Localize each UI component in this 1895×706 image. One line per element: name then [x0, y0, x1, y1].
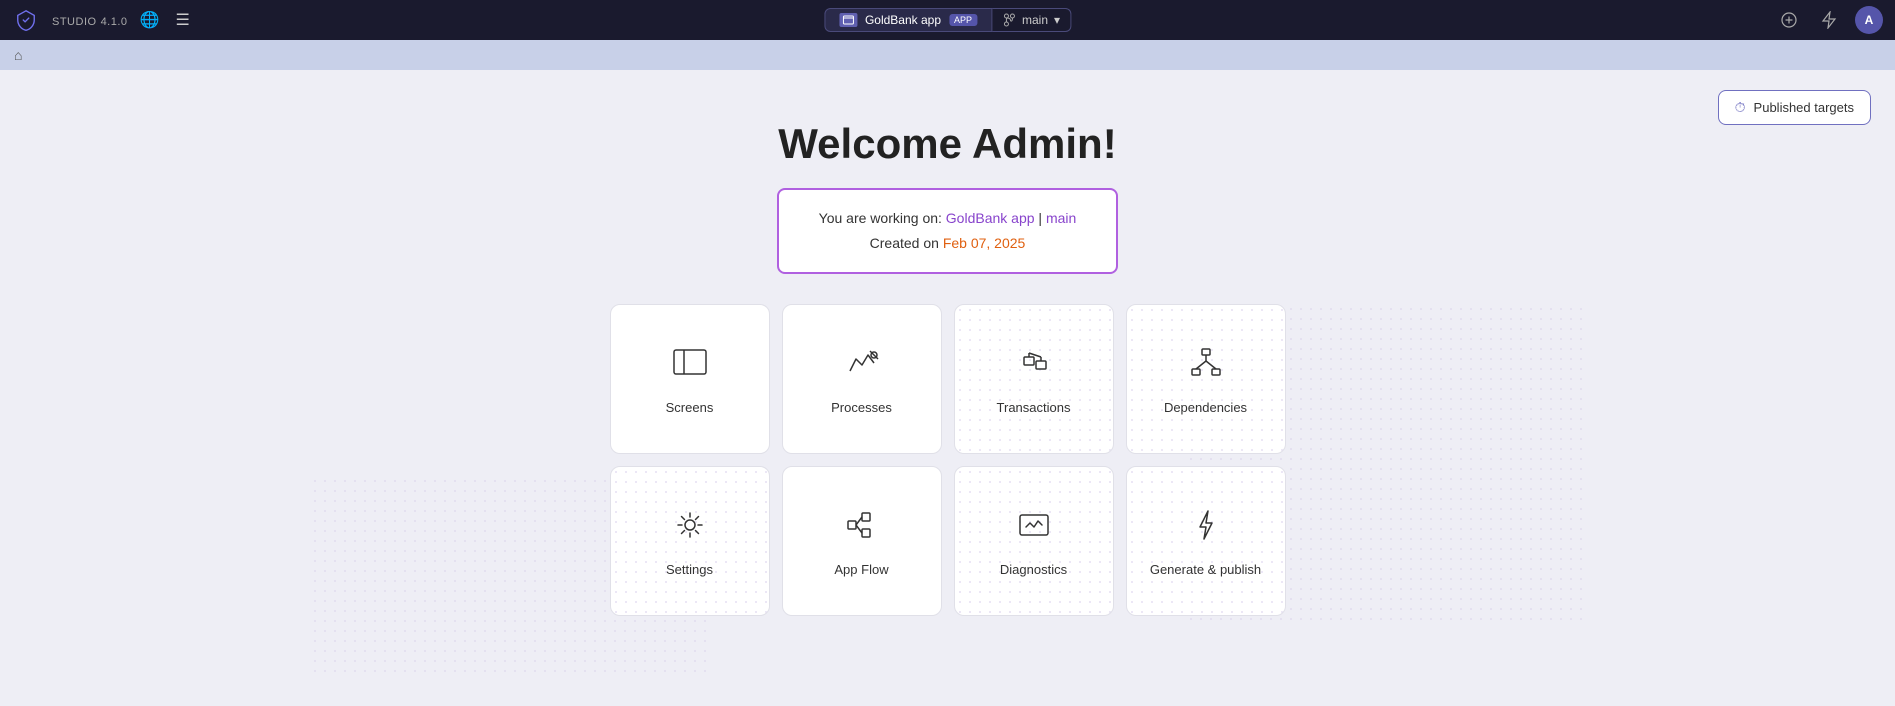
card-app-flow[interactable]: App Flow [782, 466, 942, 616]
card-processes-label: Processes [831, 400, 892, 415]
home-icon[interactable]: ⌂ [14, 47, 22, 63]
app-icon [839, 13, 857, 27]
published-targets-label: Published targets [1754, 100, 1854, 115]
lightning-icon[interactable] [1815, 6, 1843, 34]
card-dependencies-label: Dependencies [1164, 400, 1247, 415]
dependencies-icon [1186, 343, 1226, 388]
card-diagnostics-label: Diagnostics [1000, 562, 1067, 577]
screens-icon [670, 343, 710, 388]
card-transactions-label: Transactions [997, 400, 1071, 415]
published-targets-button[interactable]: ⏱ Published targets [1718, 90, 1871, 125]
plugins-icon[interactable] [1775, 6, 1803, 34]
clock-icon: ⏱ [1735, 99, 1746, 116]
card-generate-publish-label: Generate & publish [1150, 562, 1261, 577]
working-on-text: You are working on: GoldBank app | main [819, 206, 1077, 231]
user-avatar[interactable]: A [1855, 6, 1883, 34]
welcome-title: Welcome Admin! [778, 120, 1116, 168]
card-screens-label: Screens [666, 400, 714, 415]
app-link[interactable]: GoldBank app [946, 210, 1035, 226]
app-name: GoldBank app [865, 13, 941, 27]
navbar-right-actions: A [1775, 6, 1883, 34]
branch-selector[interactable]: main ▾ [992, 8, 1071, 32]
app-flow-icon [842, 505, 882, 550]
main-content: ⏱ Published targets Welcome Admin! You a… [0, 70, 1895, 706]
card-transactions[interactable]: Transactions [954, 304, 1114, 454]
card-diagnostics[interactable]: Diagnostics [954, 466, 1114, 616]
processes-icon [842, 343, 882, 388]
brand-name: STUDIO4.1.0 [48, 13, 128, 28]
top-navbar: STUDIO4.1.0 🌐 ☰ GoldBank app APP main ▾ … [0, 0, 1895, 40]
sub-navbar: ⌂ [0, 40, 1895, 70]
created-date: Feb 07, 2025 [943, 235, 1026, 251]
card-settings-label: Settings [666, 562, 713, 577]
settings-icon [670, 505, 710, 550]
transactions-icon [1014, 343, 1054, 388]
app-branch-selector: GoldBank app APP main ▾ [824, 8, 1071, 32]
branch-name: main [1022, 13, 1048, 27]
generate-publish-icon [1186, 505, 1226, 550]
card-dependencies[interactable]: Dependencies [1126, 304, 1286, 454]
globe-icon[interactable]: 🌐 [136, 6, 164, 34]
card-app-flow-label: App Flow [834, 562, 888, 577]
feature-cards-grid: Screens Processes [610, 304, 1286, 616]
info-box: You are working on: GoldBank app | main … [777, 188, 1119, 274]
created-on-text: Created on Feb 07, 2025 [819, 231, 1077, 256]
branch-chevron-icon: ▾ [1054, 13, 1060, 27]
card-settings[interactable]: Settings [610, 466, 770, 616]
app-type-badge: APP [949, 14, 977, 26]
app-tab[interactable]: GoldBank app APP [824, 8, 992, 32]
diagnostics-icon [1014, 505, 1054, 550]
card-generate-publish[interactable]: Generate & publish [1126, 466, 1286, 616]
card-processes[interactable]: Processes [782, 304, 942, 454]
logo[interactable] [12, 6, 40, 34]
branch-link[interactable]: main [1046, 210, 1076, 226]
menu-icon[interactable]: ☰ [171, 6, 193, 34]
card-screens[interactable]: Screens [610, 304, 770, 454]
